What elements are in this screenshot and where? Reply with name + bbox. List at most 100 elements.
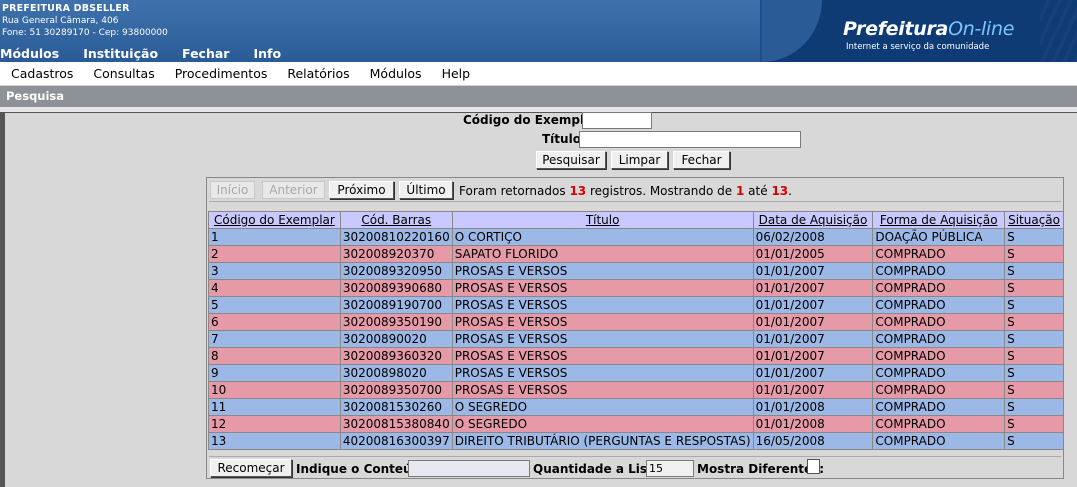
col-header-cod-barras[interactable]: Cód. Barras — [339, 211, 453, 229]
table-row[interactable]: 9 30200898020 PROSAS E VERSOS 01/01/2007 COM… — [208, 364, 1064, 382]
table-row[interactable]: 4 3020089390680 PROSAS E VERSOS 01/01/2007 C… — [208, 279, 1064, 297]
cell-titulo: O SEGREDO — [451, 415, 754, 433]
cell-forma-aquisicao: COMPRADO — [872, 279, 1006, 297]
logo-main-text: Prefeitura — [843, 18, 949, 40]
cell-cod-barras: 3020089190700 — [339, 296, 453, 314]
org-info: PREFEITURA DBSELLER Rua General Câmara, … — [2, 3, 168, 39]
table-row[interactable]: 11 3020081530260 O SEGREDO 01/01/2008 COMPRA… — [208, 398, 1064, 416]
cell-codigo: 7 — [208, 330, 341, 348]
table-row[interactable]: 2 302008920370 SAPATO FLORIDO 01/01/2005 COM… — [208, 245, 1064, 263]
col-header-codigo[interactable]: Código do Exemplar — [208, 211, 341, 229]
logo: PrefeituraOn-line — [843, 18, 1014, 40]
anterior-button[interactable]: Anterior — [262, 181, 325, 199]
logo-stripes-decoration — [1040, 0, 1077, 62]
cell-titulo: PROSAS E VERSOS — [451, 262, 754, 280]
codigo-exemplar-input[interactable] — [582, 112, 652, 129]
cell-codigo: 5 — [208, 296, 341, 314]
col-header-forma-aquisicao[interactable]: Forma de Aquisição — [872, 211, 1006, 229]
table-row[interactable]: 1 30200810220160 O CORTIÇO 06/02/2008 DOAÇÃO… — [208, 228, 1064, 246]
table-row[interactable]: 10 3020089350700 PROSAS E VERSOS 01/01/2007… — [208, 381, 1064, 399]
pesquisar-button[interactable]: Pesquisar — [536, 151, 606, 169]
cell-situacao: S — [1004, 381, 1064, 399]
msg-prefix: Foram retornados — [459, 184, 566, 198]
cell-situacao: S — [1004, 262, 1064, 280]
cell-forma-aquisicao: COMPRADO — [872, 381, 1006, 399]
ultimo-button[interactable]: Último — [399, 181, 453, 199]
table-row[interactable]: 12 30200815380840 O SEGREDO 01/01/2008 COMPR… — [208, 415, 1064, 433]
col-header-data-aquisicao[interactable]: Data de Aquisição — [752, 211, 874, 229]
mostra-diferentes-checkbox[interactable] — [807, 459, 820, 474]
inicio-button[interactable]: Início — [210, 181, 255, 199]
menu-item-relatorios[interactable]: Relatórios — [287, 66, 349, 81]
conteudo-input[interactable] — [408, 460, 530, 477]
cell-titulo: PROSAS E VERSOS — [451, 313, 754, 331]
cell-titulo: PROSAS E VERSOS — [451, 381, 754, 399]
cell-situacao: S — [1004, 432, 1064, 450]
cell-data-aquisicao: 01/01/2007 — [752, 381, 874, 399]
titulo-input[interactable] — [579, 131, 801, 148]
table-row[interactable]: 8 3020089360320 PROSAS E VERSOS 01/01/2007 C… — [208, 347, 1064, 365]
quantidade-input[interactable] — [646, 460, 694, 477]
cell-codigo: 9 — [208, 364, 341, 382]
cell-situacao: S — [1004, 313, 1064, 331]
cell-cod-barras: 3020089350700 — [339, 381, 453, 399]
app-header: PREFEITURA DBSELLER Rua General Câmara, … — [0, 0, 1077, 62]
cell-situacao: S — [1004, 415, 1064, 433]
org-address: Rua General Câmara, 406 — [2, 16, 119, 26]
msg-ate: até — [748, 184, 768, 198]
col-header-situacao[interactable]: Situação — [1004, 211, 1064, 229]
cell-forma-aquisicao: COMPRADO — [872, 364, 1006, 382]
table-row[interactable]: 13 40200816300397 DIREITO TRIBUTÁRIO (PERG… — [208, 432, 1064, 450]
top-menu-modulos[interactable]: Módulos — [0, 46, 59, 62]
cell-data-aquisicao: 01/01/2007 — [752, 262, 874, 280]
cell-data-aquisicao: 01/01/2007 — [752, 279, 874, 297]
top-menu-instituicao[interactable]: Instituição — [83, 46, 158, 62]
table-row[interactable]: 7 30200890020 PROSAS E VERSOS 01/01/2007 COM… — [208, 330, 1064, 348]
fechar-button[interactable]: Fechar — [673, 151, 730, 169]
top-menu-info[interactable]: Info — [253, 46, 281, 62]
table-row[interactable]: 5 3020089190700 PROSAS E VERSOS 01/01/2007 C… — [208, 296, 1064, 314]
cell-cod-barras: 3020089360320 — [339, 347, 453, 365]
table-body: 1 30200810220160 O CORTIÇO 06/02/2008 DOAÇÃO… — [208, 228, 1064, 450]
menu-item-cadastros[interactable]: Cadastros — [11, 66, 73, 81]
cell-forma-aquisicao: COMPRADO — [872, 347, 1006, 365]
cell-situacao: S — [1004, 347, 1064, 365]
cell-cod-barras: 30200815380840 — [339, 415, 453, 433]
cell-cod-barras: 3020089390680 — [339, 279, 453, 297]
limpar-button[interactable]: Limpar — [611, 151, 668, 169]
cell-forma-aquisicao: COMPRADO — [872, 432, 1006, 450]
cell-cod-barras: 40200816300397 — [339, 432, 453, 450]
menu-item-procedimentos[interactable]: Procedimentos — [175, 66, 268, 81]
top-menu-fechar[interactable]: Fechar — [182, 46, 229, 62]
results-panel: Início Anterior Próximo Último Foram ret… — [206, 177, 1064, 479]
logo-online-text: On-line — [948, 18, 1015, 40]
cell-data-aquisicao: 01/01/2007 — [752, 313, 874, 331]
cell-forma-aquisicao: COMPRADO — [872, 313, 1006, 331]
menu-item-consultas[interactable]: Consultas — [93, 66, 154, 81]
cell-situacao: S — [1004, 330, 1064, 348]
cell-forma-aquisicao: COMPRADO — [872, 398, 1006, 416]
cell-titulo: PROSAS E VERSOS — [451, 330, 754, 348]
menu-item-help[interactable]: Help — [442, 66, 471, 81]
cell-titulo: DIREITO TRIBUTÁRIO (PERGUNTAS E RESPOSTA… — [451, 432, 754, 450]
logo-tagline: Internet a serviço da comunidade — [846, 42, 990, 52]
msg-end: . — [788, 184, 792, 198]
cell-forma-aquisicao: COMPRADO — [872, 330, 1006, 348]
search-panel: Código do Exemplar: Título: Pesquisar Li… — [0, 112, 1077, 487]
col-header-titulo[interactable]: Título — [451, 211, 754, 229]
table-row[interactable]: 6 3020089350190 PROSAS E VERSOS 01/01/2007 C… — [208, 313, 1064, 331]
proximo-button[interactable]: Próximo — [329, 181, 394, 199]
table-row[interactable]: 3 3020089320950 PROSAS E VERSOS 01/01/2007 C… — [208, 262, 1064, 280]
menu-item-modulos[interactable]: Módulos — [370, 66, 422, 81]
cell-cod-barras: 302008920370 — [339, 245, 453, 263]
cell-codigo: 12 — [208, 415, 341, 433]
cell-cod-barras: 30200810220160 — [339, 228, 453, 246]
cell-data-aquisicao: 01/01/2007 — [752, 296, 874, 314]
cell-titulo: O SEGREDO — [451, 398, 754, 416]
cell-codigo: 1 — [208, 228, 341, 246]
cell-cod-barras: 3020089350190 — [339, 313, 453, 331]
cell-codigo: 6 — [208, 313, 341, 331]
cell-situacao: S — [1004, 398, 1064, 416]
recomecar-button[interactable]: Recomeçar — [210, 459, 292, 477]
results-table: Código do Exemplar Cód. Barras Título Da… — [208, 211, 1064, 450]
